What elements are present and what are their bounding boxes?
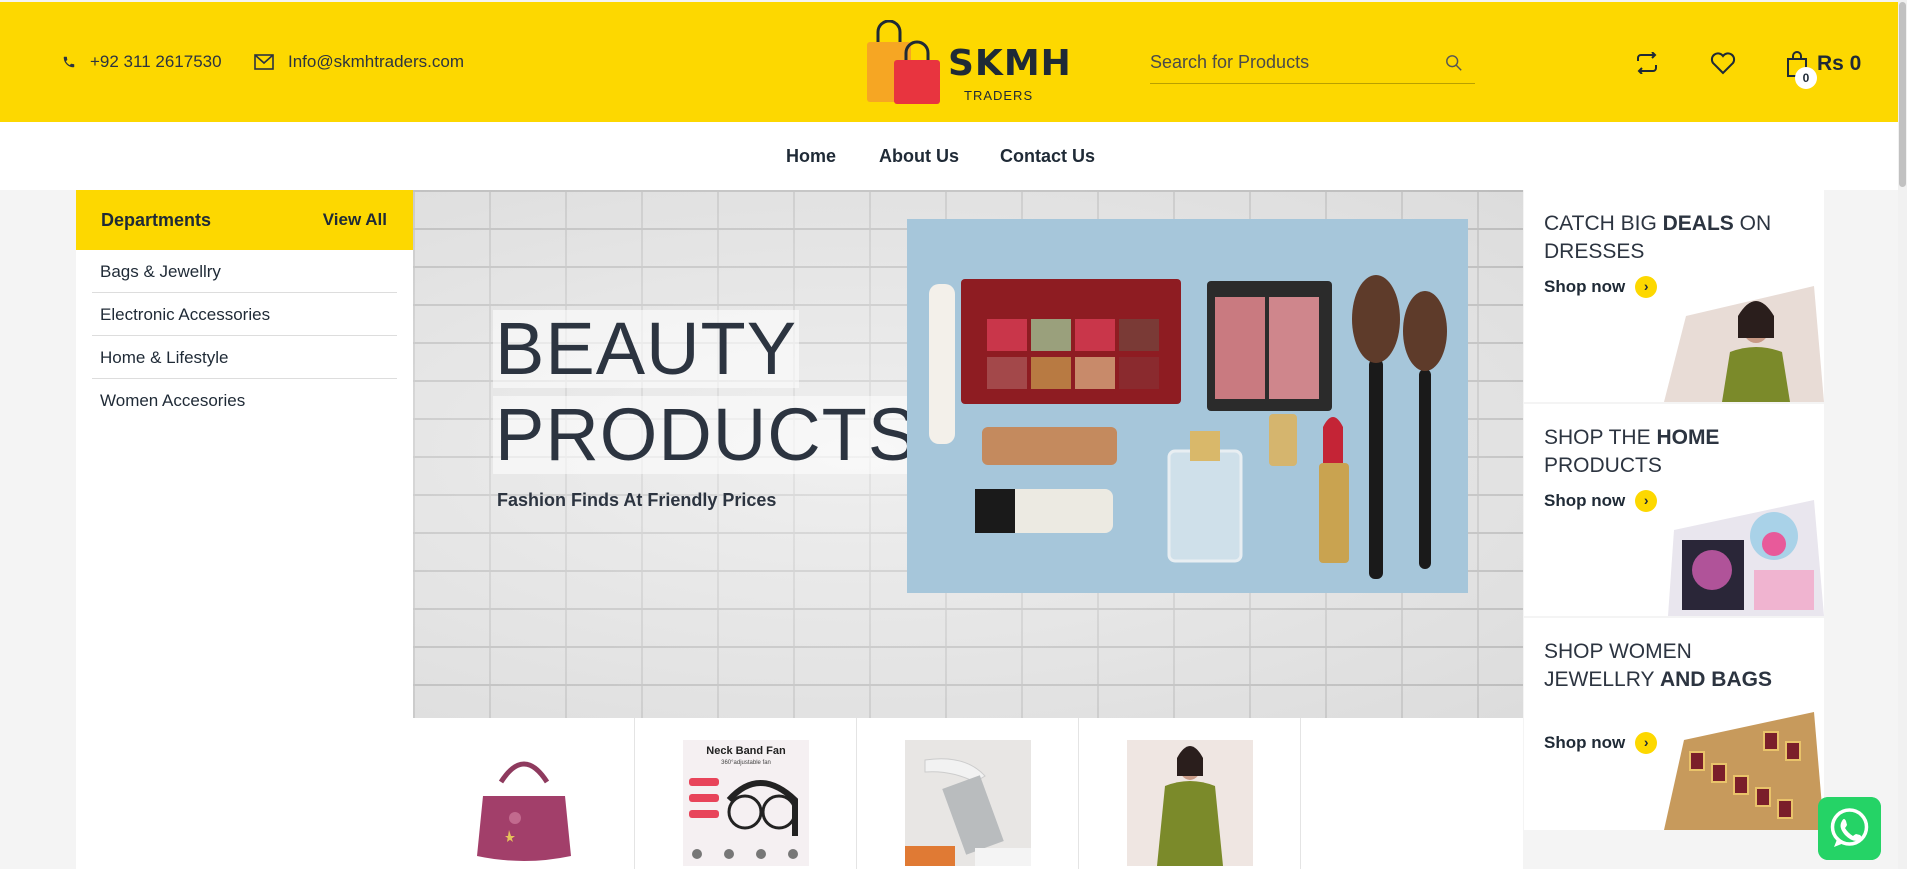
shop-now-label: Shop now xyxy=(1544,277,1626,296)
promo-title-pre: CATCH BIG xyxy=(1544,212,1663,235)
phone-contact[interactable]: +92 311 2617530 xyxy=(62,52,222,72)
promo-title: SHOP THE HOME PRODUCTS xyxy=(1544,424,1784,480)
home-products-photo xyxy=(1668,500,1824,616)
hero-banner[interactable]: BEAUTY PRODUCTS Fashion Finds At Friendl… xyxy=(413,190,1523,718)
promo-jewellry-bags[interactable]: SHOP WOMEN JEWELLRY AND BAGS Shop now › xyxy=(1524,618,1824,830)
main-nav: Home About Us Contact Us xyxy=(0,122,1898,190)
promo-title-post: PRODUCTS xyxy=(1544,454,1662,477)
vegetable-cutter-photo xyxy=(905,740,1031,866)
nav-contact-us[interactable]: Contact Us xyxy=(1000,146,1095,167)
cart-count-badge: 0 xyxy=(1795,67,1817,89)
email-contact[interactable]: Info@skmhtraders.com xyxy=(254,52,464,72)
view-all-link[interactable]: View All xyxy=(323,210,387,230)
jewellry-photo xyxy=(1664,712,1824,830)
dress-photo xyxy=(1664,286,1824,402)
department-item[interactable]: Bags & Jewellry xyxy=(92,250,397,293)
chevron-right-icon: › xyxy=(1635,732,1658,754)
whatsapp-icon[interactable] xyxy=(1818,797,1881,860)
search-icon[interactable] xyxy=(1445,54,1463,72)
department-item[interactable]: Electronic Accessories xyxy=(92,293,397,336)
departments-header: Departments View All xyxy=(76,190,413,250)
hero-title-line2: PRODUCTS xyxy=(493,393,921,476)
mail-icon xyxy=(254,54,274,70)
promo-dresses[interactable]: CATCH BIG DEALS ON DRESSES Shop now › xyxy=(1524,190,1824,402)
shop-now-link[interactable]: Shop now › xyxy=(1544,490,1658,512)
departments-sidebar: Departments View All Bags & Jewellry Ele… xyxy=(76,190,413,869)
shop-now-label: Shop now xyxy=(1544,733,1626,752)
compare-icon[interactable] xyxy=(1634,52,1660,74)
email-address: Info@skmhtraders.com xyxy=(288,52,464,71)
chevron-right-icon: › xyxy=(1635,276,1658,298)
search-box xyxy=(1150,48,1475,84)
logo-name: SKMH xyxy=(948,43,1072,84)
product-card[interactable] xyxy=(1079,718,1301,869)
top-header: +92 311 2617530 Info@skmhtraders.com SKM… xyxy=(0,2,1898,122)
departments-title: Departments xyxy=(101,210,212,230)
nav-home[interactable]: Home xyxy=(786,146,836,167)
shop-now-link[interactable]: Shop now › xyxy=(1544,276,1658,298)
scrollbar-thumb[interactable] xyxy=(1899,2,1906,187)
fan-sublabel: 360°adjustable fan xyxy=(721,760,771,766)
nav-about-us[interactable]: About Us xyxy=(879,146,959,167)
promo-title: CATCH BIG DEALS ON DRESSES xyxy=(1544,210,1784,266)
cart-total[interactable]: Rs 0 xyxy=(1817,52,1861,76)
heart-icon[interactable] xyxy=(1710,51,1736,75)
promo-title-bold: HOME xyxy=(1656,426,1720,449)
product-strip: Neck Band Fan 360°adjustable fan xyxy=(413,718,1523,869)
product-card-empty xyxy=(1301,718,1523,869)
cosmetics-photo xyxy=(907,219,1468,593)
promo-title: SHOP WOMEN JEWELLRY AND BAGS xyxy=(1544,638,1784,694)
department-item[interactable]: Home & Lifestyle xyxy=(92,336,397,379)
departments-list: Bags & Jewellry Electronic Accessories H… xyxy=(92,250,397,422)
shop-now-link[interactable]: Shop now › xyxy=(1544,732,1658,754)
phone-icon xyxy=(63,56,75,68)
fan-label: Neck Band Fan xyxy=(706,745,786,757)
promo-title-pre: SHOP THE xyxy=(1544,426,1657,449)
promo-title-bold: DEALS xyxy=(1662,212,1734,235)
phone-number: +92 311 2617530 xyxy=(90,52,222,71)
department-item[interactable]: Women Accesories xyxy=(92,379,397,422)
hero-title-line1: BEAUTY xyxy=(493,307,800,390)
promo-home-products[interactable]: SHOP THE HOME PRODUCTS Shop now › xyxy=(1524,404,1824,616)
neck-fan-photo: Neck Band Fan 360°adjustable fan xyxy=(683,740,809,866)
product-card[interactable] xyxy=(413,718,635,869)
product-card[interactable] xyxy=(857,718,1079,869)
promo-title-bold: AND BAGS xyxy=(1659,668,1772,691)
search-input[interactable] xyxy=(1150,52,1430,73)
chevron-right-icon: › xyxy=(1635,490,1658,512)
shop-now-label: Shop now xyxy=(1544,491,1626,510)
product-card[interactable]: Neck Band Fan 360°adjustable fan xyxy=(635,718,857,869)
dress-product-photo xyxy=(1127,740,1253,866)
hero-subtitle: Fashion Finds At Friendly Prices xyxy=(497,490,777,510)
handbag-photo xyxy=(461,740,587,866)
logo-subtitle: TRADERS xyxy=(964,88,1034,103)
